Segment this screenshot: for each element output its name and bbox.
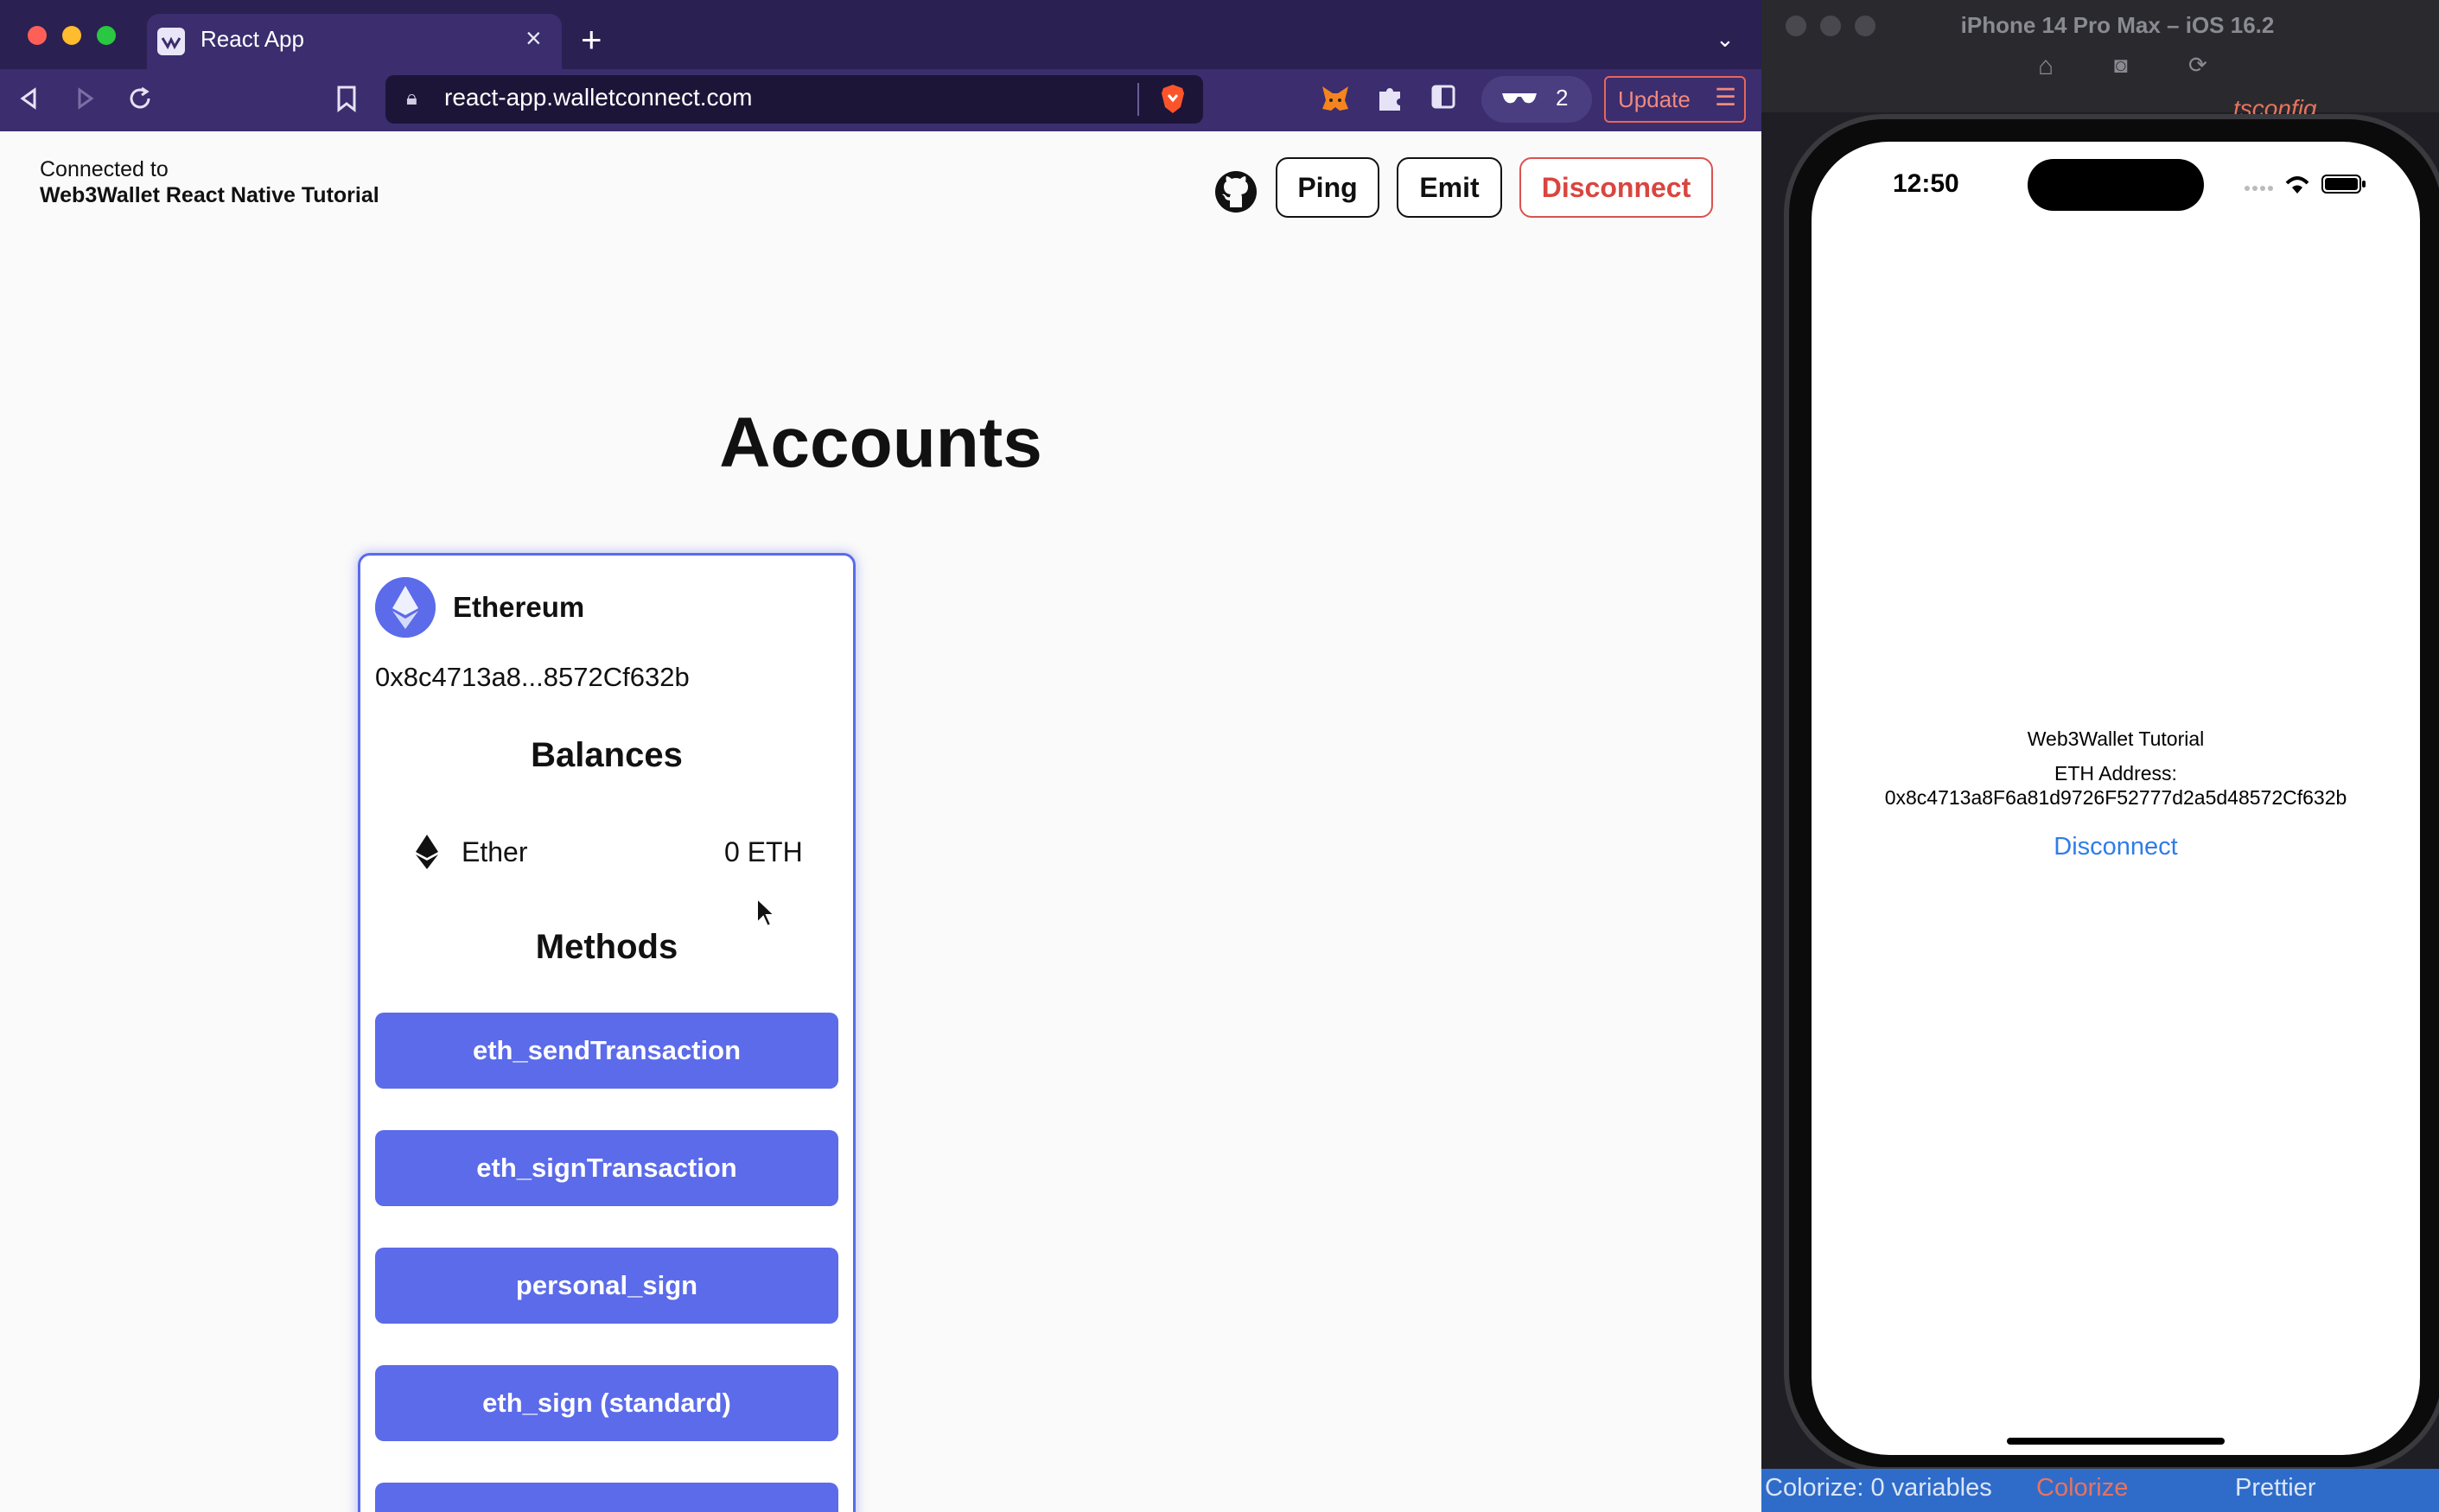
method-button-personal-sign[interactable]: personal_sign <box>375 1248 838 1324</box>
status-prettier[interactable]: Prettier <box>2235 1474 2315 1502</box>
simulator-title: iPhone 14 Pro Max – iOS 16.2 <box>1960 12 2275 38</box>
connected-peer-name: Web3Wallet React Native Tutorial <box>40 183 379 207</box>
method-button-partial[interactable] <box>375 1483 838 1512</box>
disconnect-button[interactable]: Disconnect <box>1519 157 1713 218</box>
phone-disconnect-button[interactable]: Disconnect <box>1812 833 2420 861</box>
status-colorize[interactable]: Colorize <box>2036 1474 2128 1502</box>
method-button-eth-signtransaction[interactable]: eth_signTransaction <box>375 1130 838 1206</box>
wallet-app-title: Web3Wallet Tutorial <box>2027 727 2205 750</box>
battery-icon <box>2321 175 2366 194</box>
home-icon[interactable]: ⌂ <box>2038 52 2054 81</box>
lock-icon: 🔒︎ <box>406 86 417 110</box>
glasses-icon <box>1502 93 1537 104</box>
page-title: Accounts <box>719 403 1042 482</box>
bookmark-icon[interactable] <box>335 85 358 112</box>
mouse-cursor-icon <box>756 897 776 928</box>
rotate-icon[interactable]: ⟳ <box>2188 52 2207 79</box>
emit-button[interactable]: Emit <box>1397 157 1502 218</box>
sidebar-toggle-icon[interactable] <box>1431 83 1455 111</box>
chain-name: Ethereum <box>453 591 585 623</box>
wifi-icon <box>2285 176 2309 194</box>
back-icon[interactable] <box>17 86 41 111</box>
ping-button[interactable]: Ping <box>1276 157 1379 218</box>
reload-icon[interactable] <box>126 85 154 112</box>
method-button-eth-sendtransaction[interactable]: eth_sendTransaction <box>375 1013 838 1089</box>
phone-status-time: 12:50 <box>1893 169 1959 198</box>
minimize-window-button[interactable] <box>62 26 81 45</box>
hamburger-menu-icon[interactable]: ☰ <box>1715 83 1736 111</box>
screenshot-icon[interactable]: ◙ <box>2114 52 2128 79</box>
eth-address-label: ETH Address: <box>2054 762 2177 785</box>
update-label: Update <box>1618 86 1691 112</box>
methods-heading: Methods <box>535 928 678 966</box>
react-favicon-icon <box>157 28 185 55</box>
github-icon[interactable] <box>1213 169 1258 214</box>
tab-list-chevron-icon[interactable]: ⌄ <box>1716 26 1735 53</box>
address-bar-divider <box>1137 83 1139 116</box>
new-tab-button[interactable]: + <box>581 19 602 60</box>
connected-label: Connected to <box>40 157 169 181</box>
ethereum-logo-icon <box>375 577 436 638</box>
badge-count: 2 <box>1556 85 1569 111</box>
balances-heading: Balances <box>531 736 683 774</box>
maximize-window-button[interactable] <box>97 26 116 45</box>
home-indicator[interactable] <box>2007 1438 2225 1445</box>
extensions-puzzle-icon[interactable] <box>1376 83 1404 112</box>
balance-amount: 0 ETH <box>724 836 803 867</box>
method-button-eth-sign[interactable]: eth_sign (standard) <box>375 1365 838 1441</box>
status-colorize-variables[interactable]: Colorize: 0 variables <box>1765 1474 1992 1502</box>
close-window-button[interactable] <box>28 26 47 45</box>
account-address: 0x8c4713a8...8572Cf632b <box>375 662 690 692</box>
balance-token: Ether <box>462 836 528 867</box>
tab-title: React App <box>201 26 304 52</box>
browser-window: React App × + ⌄ 🔒︎ react-app.walletconne… <box>0 0 1761 1512</box>
metamask-fox-icon[interactable] <box>1319 83 1352 114</box>
eth-address-value: 0x8c4713a8F6a81d9726F52777d2a5d48572Cf63… <box>1884 786 2347 809</box>
brave-shield-icon[interactable] <box>1156 83 1189 116</box>
ether-diamond-icon <box>416 835 438 869</box>
forward-icon[interactable] <box>73 86 97 111</box>
signal-dots-icon <box>2245 186 2273 191</box>
dynamic-island <box>2028 159 2204 211</box>
tab-close-icon[interactable]: × <box>525 22 542 54</box>
url-text[interactable]: react-app.walletconnect.com <box>444 84 752 111</box>
